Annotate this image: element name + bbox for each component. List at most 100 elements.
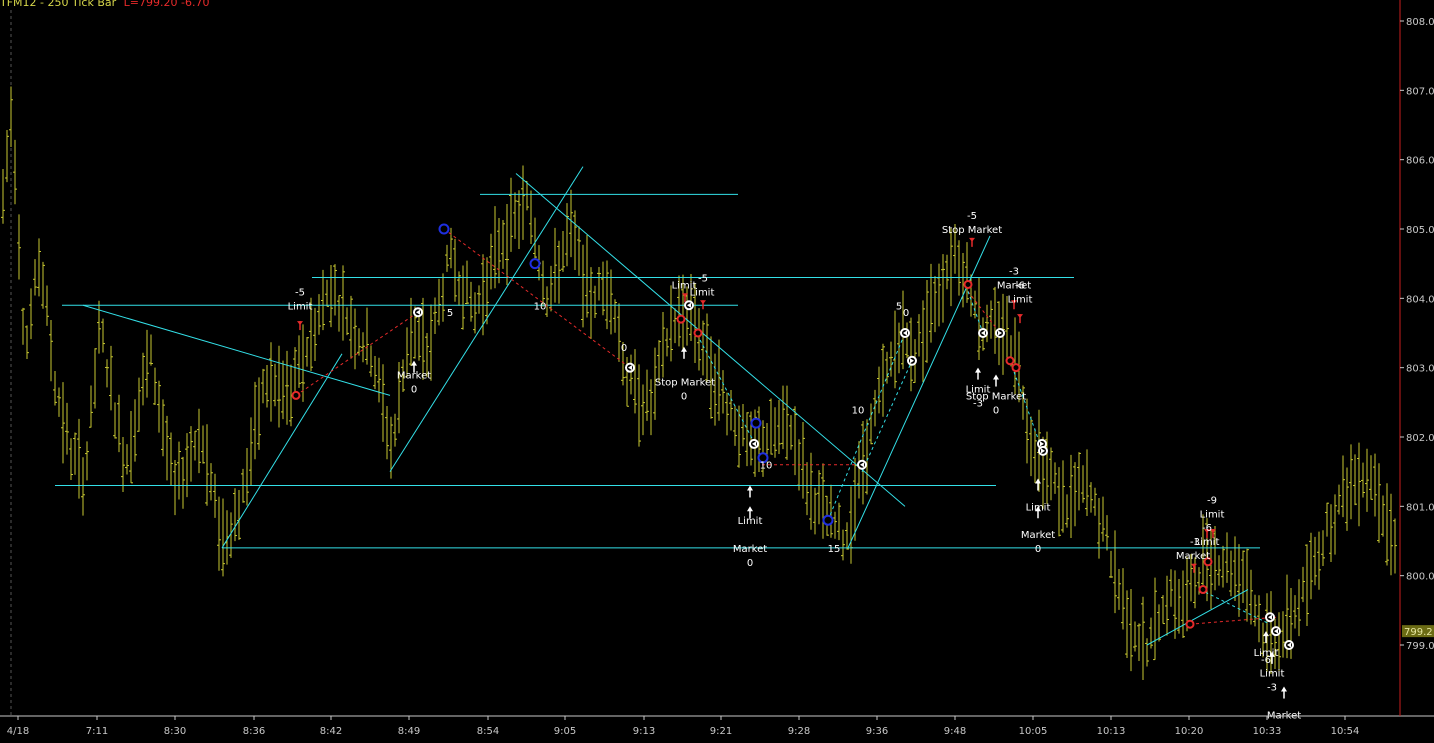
ohlc-bar <box>597 266 601 301</box>
marker-circle <box>1005 356 1015 366</box>
ohlc-bar <box>89 385 93 428</box>
order-label: -6 <box>1015 280 1025 291</box>
arrow-head <box>297 321 303 326</box>
ohlc-bar <box>821 463 825 539</box>
ohlc-bar <box>1005 295 1009 363</box>
ohlc-bar <box>1217 555 1221 586</box>
trendline <box>515 173 906 507</box>
y-tick-label: 806.0 <box>1406 156 1434 167</box>
ohlc-bar <box>33 259 37 296</box>
ohlc-bar <box>117 394 121 453</box>
ohlc-bar <box>469 281 473 322</box>
ohlc-bar <box>833 511 837 539</box>
ohlc-bar <box>1277 612 1281 673</box>
ohlc-bar <box>1229 550 1233 597</box>
ohlc-bar <box>265 364 269 408</box>
order-arrow <box>681 346 687 359</box>
ohlc-bar <box>345 307 349 336</box>
marker-circle <box>1011 363 1021 373</box>
ohlc-bar <box>273 363 277 407</box>
x-tick-label: 9:48 <box>944 726 966 737</box>
ohlc-bar <box>1117 569 1121 610</box>
ohlc-bar <box>1129 588 1133 672</box>
ohlc-bar <box>437 278 441 326</box>
ohlc-bar <box>869 403 873 445</box>
ohlc-bar <box>185 433 189 498</box>
x-tick-label: 4/18 <box>7 726 29 737</box>
ohlc-bar <box>261 368 265 404</box>
pending-marker <box>750 417 762 429</box>
arrow-head <box>747 485 753 491</box>
order-label: 0 <box>747 558 753 569</box>
ohlc-bar <box>25 325 29 360</box>
ohlc-bar <box>541 260 545 307</box>
ohlc-bar <box>477 285 481 314</box>
ohlc-bar <box>845 522 849 550</box>
ohlc-bar <box>177 441 181 500</box>
order-label: 15 <box>828 544 841 555</box>
ohlc-bar <box>105 359 109 388</box>
ohlc-bar <box>917 314 921 357</box>
order-label: 0 <box>621 343 627 354</box>
ohlc-bar <box>881 343 885 417</box>
ohlc-bar <box>837 502 841 541</box>
pending-marker <box>529 258 541 270</box>
ohlc-bar <box>133 399 137 462</box>
ohlc-bar <box>1225 532 1229 583</box>
ohlc-bar <box>53 370 57 406</box>
x-tick-label: 8:49 <box>398 726 420 737</box>
ohlc-bar <box>221 498 225 577</box>
y-tick-label: 805.0 <box>1406 225 1434 236</box>
exit-left-marker <box>413 307 423 318</box>
ohlc-bar <box>1085 449 1089 517</box>
ohlc-bar <box>341 265 345 341</box>
ohlc-bar <box>1049 447 1053 501</box>
ohlc-bar <box>909 317 913 392</box>
sell-marker <box>1185 619 1195 629</box>
ohlc-bar <box>933 276 937 333</box>
ohlc-bar <box>1013 317 1017 395</box>
ohlc-bar <box>217 496 221 571</box>
ohlc-bar <box>1057 467 1061 537</box>
ohlc-bar <box>409 297 413 367</box>
exit-left-marker <box>1284 640 1294 650</box>
ohlc-bar <box>789 415 793 450</box>
order-label: 10 <box>534 301 547 312</box>
ohlc-bar <box>941 254 945 323</box>
ohlc-bar <box>17 214 21 280</box>
ohlc-bar <box>929 263 933 343</box>
ohlc-bar <box>1 168 5 224</box>
price-chart[interactable]: -5LimitMarket05100LimitLimit-5Stop Marke… <box>0 0 1434 739</box>
ohlc-bar <box>1293 595 1297 629</box>
pending-marker <box>438 223 450 235</box>
ohlc-bar <box>1317 531 1321 590</box>
ohlc-bar <box>1381 495 1385 537</box>
ohlc-bar <box>877 366 881 414</box>
ohlc-bar <box>205 424 209 506</box>
ohlc-bar <box>1153 577 1157 661</box>
ohlc-bar <box>49 320 53 382</box>
y-tick-label: 804.0 <box>1406 294 1434 305</box>
order-label: -3 <box>1190 537 1200 548</box>
ohlc-bar <box>949 227 953 307</box>
ohlc-bar <box>329 265 333 328</box>
ohlc-bar <box>493 206 497 289</box>
x-tick-label: 10:33 <box>1253 726 1282 737</box>
ohlc-bar <box>741 404 745 447</box>
marker-circle <box>750 417 762 429</box>
ohlc-bar <box>705 313 709 383</box>
ohlc-bar <box>549 265 553 312</box>
order-annotations: -5LimitMarket05100LimitLimit-5Stop Marke… <box>288 211 1302 721</box>
arrow-head <box>1017 314 1023 319</box>
x-tick-label: 7:11 <box>86 726 108 737</box>
ohlc-bar <box>41 261 45 309</box>
marker-circle <box>822 514 834 526</box>
order-label: -5 <box>698 274 708 285</box>
ohlc-bar <box>673 308 677 344</box>
ohlc-bar <box>1321 530 1325 567</box>
ohlc-bar <box>665 328 669 357</box>
ohlc-bar <box>1301 566 1305 603</box>
ohlc-bar <box>381 364 385 442</box>
order-label: Market <box>1021 530 1055 541</box>
chart-header: TFM12 - 250 Tick Bar L=799.20 -6.70 <box>0 0 209 9</box>
